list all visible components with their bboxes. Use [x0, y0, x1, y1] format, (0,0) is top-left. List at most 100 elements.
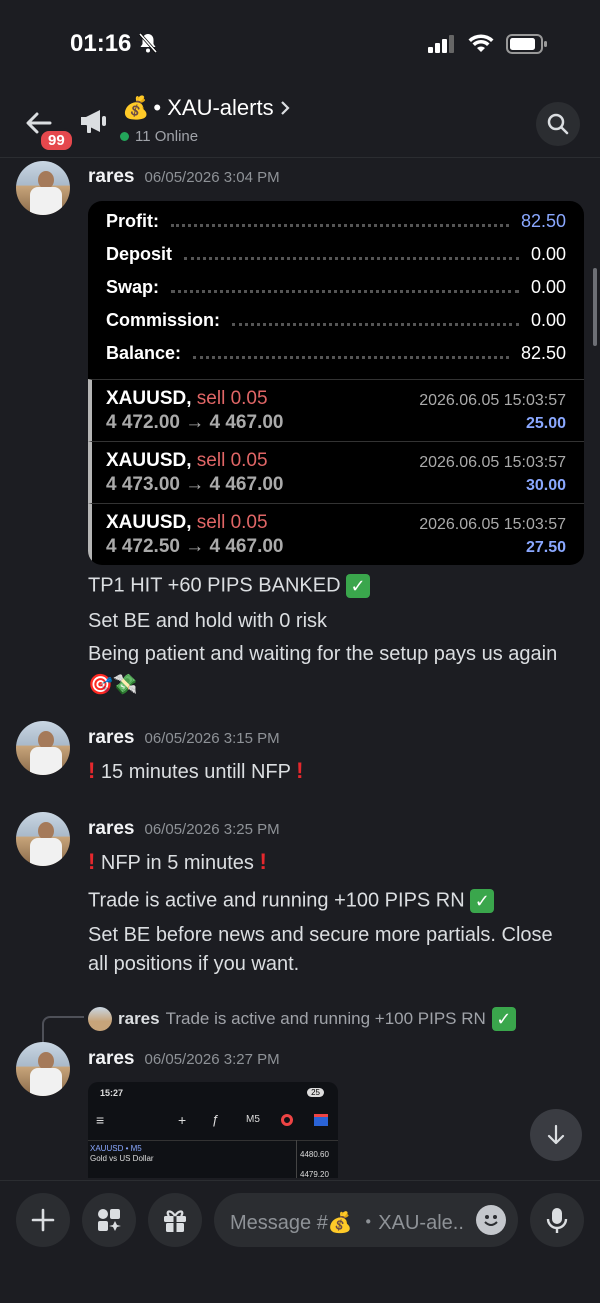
summary-row-commission: Commission: 0.00: [106, 308, 566, 332]
composer-bar: Message #💰 ・XAU-ale..: [0, 1180, 600, 1303]
message-line: NFP in 5 minutes: [100, 852, 254, 874]
trade-profit: 30.00: [525, 477, 566, 494]
check-mark-emoji: ✓: [491, 1007, 516, 1031]
exclamation-emoji: !: [88, 849, 96, 874]
summary-label: Swap:: [106, 276, 160, 297]
message-text: Set BE before news and secure more parti…: [88, 924, 553, 946]
message-text: Being patient and waiting for the setup …: [88, 643, 558, 665]
arrow-down-icon: [547, 1124, 565, 1145]
trade-side: sell 0.05: [196, 450, 268, 471]
shot-price: 4479.20: [300, 1170, 329, 1178]
trade-profit: 27.50: [525, 539, 566, 556]
signal-icon: [428, 35, 454, 53]
emoji-line: 🎯💸: [88, 674, 138, 696]
avatar[interactable]: [16, 812, 70, 866]
voice-message-button[interactable]: [530, 1193, 584, 1247]
scroll-to-bottom-button[interactable]: [530, 1109, 582, 1161]
avatar[interactable]: [16, 721, 70, 775]
summary-label: Deposit: [106, 243, 173, 264]
trade-date: 2026.06.05 15:03:57: [419, 454, 566, 471]
battery-icon: [506, 34, 547, 54]
message-text: ! NFP in 5 minutes !: [88, 849, 267, 875]
message-placeholder: Message #💰 ・XAU-ale..: [230, 1211, 464, 1234]
summary-value: 82.50: [520, 210, 566, 231]
shot-symbol: XAUUSD • M5: [90, 1144, 142, 1153]
trade-row: XAUUSD, sell 0.05 4 472.50 → 4 467.00 20…: [88, 503, 584, 565]
check-mark-emoji: ✓: [346, 574, 371, 598]
trade-prices: 4 473.00 → 4 467.00: [106, 474, 284, 495]
summary-label: Profit:: [106, 210, 159, 231]
reply-author: rares: [118, 1009, 160, 1028]
trade-symbol: XAUUSD,: [106, 388, 192, 409]
reply-avatar: [88, 1007, 112, 1031]
search-icon: [547, 113, 569, 135]
apps-button[interactable]: [82, 1193, 136, 1247]
message-author[interactable]: rares 06/05/2026 3:27 PM: [88, 1048, 280, 1070]
channel-title[interactable]: 💰 • XAU-alerts: [122, 95, 292, 121]
message-input[interactable]: Message #💰 ・XAU-ale..: [214, 1193, 518, 1247]
message-text: Trade is active and running +100 PIPS RN…: [88, 889, 495, 913]
trade-prices: 4 472.00 → 4 467.00: [106, 412, 284, 433]
trade-date: 2026.06.05 15:03:57: [419, 516, 566, 533]
reply-connector: [42, 1016, 84, 1044]
message-line: 15 minutes untill NFP: [100, 761, 291, 783]
message-author[interactable]: rares 06/05/2026 3:04 PM: [88, 166, 280, 188]
summary-value: 0.00: [530, 309, 566, 330]
chevron-right-icon: [280, 101, 290, 115]
channel-name: • XAU-alerts: [153, 95, 274, 120]
avatar[interactable]: [16, 1042, 70, 1096]
gift-icon: [164, 1210, 186, 1232]
scrollbar[interactable]: [593, 268, 597, 346]
channel-header: 99 💰 • XAU-alerts 11 Online: [0, 92, 600, 158]
author-name: rares: [88, 166, 135, 187]
reply-preview[interactable]: rares Trade is active and running +100 P…: [88, 1007, 516, 1031]
announcement-channel-icon: [81, 110, 106, 133]
message-author[interactable]: rares 06/05/2026 3:25 PM: [88, 818, 280, 840]
author-name: rares: [88, 1048, 135, 1069]
trade-symbol: XAUUSD,: [106, 512, 192, 533]
shot-time: 15:27: [100, 1088, 124, 1098]
trade-list: XAUUSD, sell 0.05 4 472.00 → 4 467.00 20…: [88, 379, 584, 565]
reply-text: Trade is active and running +100 PIPS RN: [165, 1009, 486, 1028]
author-name: rares: [88, 818, 135, 839]
exclamation-emoji: !: [259, 849, 267, 874]
trade-row: XAUUSD, sell 0.05 4 472.00 → 4 467.00 20…: [88, 379, 584, 441]
timeframe-label: M5: [246, 1114, 260, 1125]
message-timestamp: 06/05/2026 3:04 PM: [144, 169, 280, 186]
bell-muted-icon: [138, 33, 158, 53]
message-text: TP1 HIT +60 PIPS BANKED ✓: [88, 574, 371, 598]
summary-label: Commission:: [106, 309, 221, 330]
summary-value: 0.00: [530, 276, 566, 297]
online-label: 11 Online: [135, 128, 199, 145]
crosshair-icon: +: [178, 1112, 187, 1128]
trade-symbol: XAUUSD,: [106, 450, 192, 471]
trade-side: sell 0.05: [196, 388, 268, 409]
message-timestamp: 06/05/2026 3:25 PM: [144, 821, 280, 838]
message-author[interactable]: rares 06/05/2026 3:15 PM: [88, 727, 280, 749]
status-bar: 01:16: [0, 0, 600, 90]
trade-side: sell 0.05: [196, 512, 268, 533]
add-attachment-button[interactable]: [16, 1193, 70, 1247]
message-timestamp: 06/05/2026 3:27 PM: [144, 1051, 280, 1068]
trade-report-image[interactable]: Profit: 82.50 Deposit 0.00 Swap: 0.00 Commi…: [88, 201, 584, 565]
indicator-icon: ƒ: [212, 1112, 220, 1127]
summary-row-swap: Swap: 0.00: [106, 275, 566, 299]
unread-badge: 99: [38, 128, 75, 153]
message-line: Trade is active and running +100 PIPS RN: [88, 889, 465, 912]
search-button[interactable]: [536, 102, 580, 146]
shot-price: 4480.60: [300, 1150, 329, 1159]
avatar[interactable]: [16, 161, 70, 215]
check-mark-emoji: ✓: [470, 889, 495, 913]
menu-icon: ≡: [96, 1112, 105, 1128]
summary-value: 0.00: [530, 243, 566, 264]
apps-icon: [98, 1209, 121, 1231]
message-text: ! 15 minutes untill NFP !: [88, 758, 304, 784]
chart-screenshot-image[interactable]: 15:27 25 ≡ + ƒ M5 XAUUSD • M5 Gold vs US…: [88, 1082, 338, 1178]
emoji-picker-icon[interactable]: [476, 1205, 506, 1235]
exclamation-emoji: !: [296, 758, 304, 783]
message-text: Set BE and hold with 0 risk: [88, 610, 328, 632]
trade-profit: 25.00: [525, 415, 566, 432]
gift-button[interactable]: [148, 1193, 202, 1247]
microphone-icon: [546, 1208, 568, 1233]
wifi-icon: [468, 34, 494, 52]
